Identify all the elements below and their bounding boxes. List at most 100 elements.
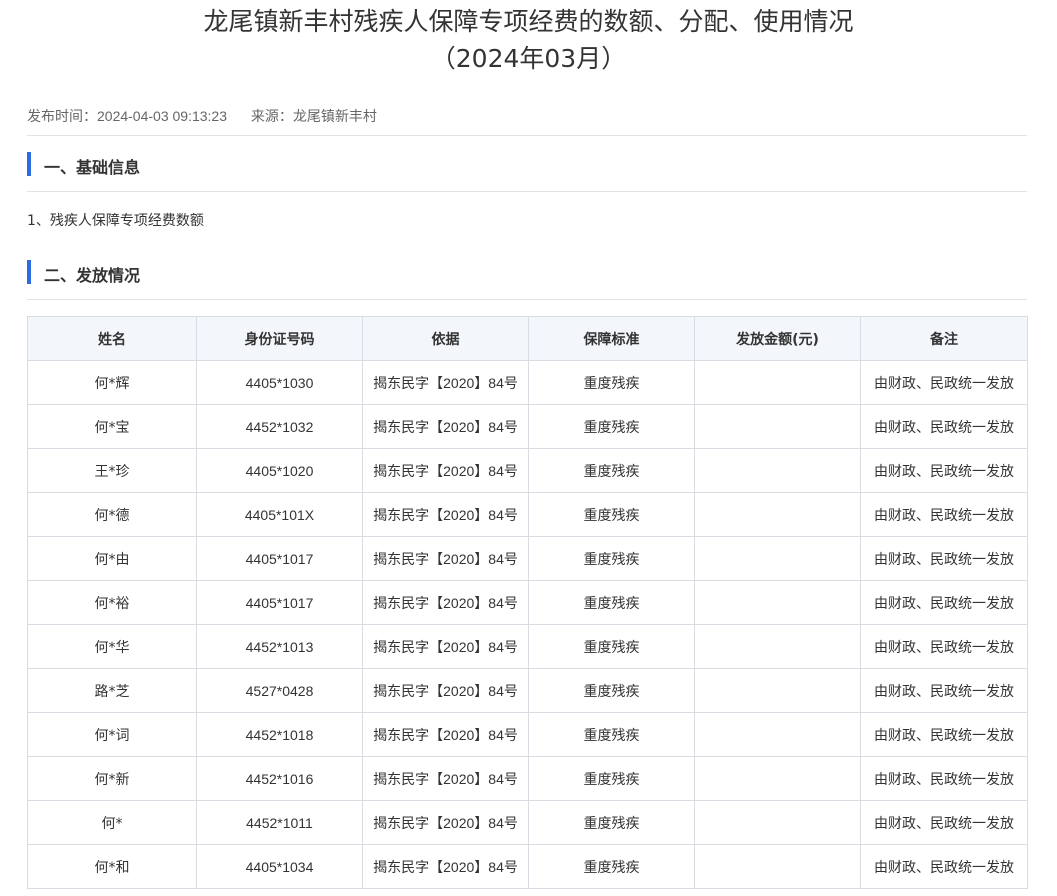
header-basis: 依据 [362,316,529,361]
title-line-1: 龙尾镇新丰村残疾人保障专项经费的数额、分配、使用情况 [203,7,854,36]
cell-amount [694,624,861,669]
header-amount: 发放金额(元) [694,316,861,361]
source: 来源：龙尾镇新丰村 [250,108,377,124]
header-remark: 备注 [860,316,1028,361]
cell-standard: 重度残疾 [528,404,695,449]
cell-basis: 揭东民字【2020】84号 [362,712,529,757]
cell-amount [694,580,861,625]
cell-remark: 由财政、民政统一发放 [860,800,1028,845]
meta-divider [27,135,1027,136]
cell-basis: 揭东民字【2020】84号 [362,492,529,537]
section-accent-bar [27,152,31,176]
table-row: 何*和 4405*1034 揭东民字【2020】84号 重度残疾 由财政、民政统一发放 [27,844,1028,889]
table-header-row: 姓名 身份证号码 依据 保障标准 发放金额(元) 备注 [27,316,1028,361]
cell-standard: 重度残疾 [528,668,695,713]
cell-id-number: 4405*1034 [196,844,363,889]
cell-id-number: 4405*101X [196,492,363,537]
cell-basis: 揭东民字【2020】84号 [362,844,529,889]
cell-name: 何*词 [27,712,197,757]
cell-standard: 重度残疾 [528,756,695,801]
cell-amount [694,360,861,405]
table-row: 何*德 4405*101X 揭东民字【2020】84号 重度残疾 由财政、民政统一发放 [27,492,1028,537]
cell-id-number: 4405*1017 [196,536,363,581]
cell-standard: 重度残疾 [528,448,695,493]
cell-basis: 揭东民字【2020】84号 [362,536,529,581]
cell-basis: 揭东民字【2020】84号 [362,580,529,625]
cell-standard: 重度残疾 [528,360,695,405]
cell-standard: 重度残疾 [528,624,695,669]
table-row: 何* 4452*1011 揭东民字【2020】84号 重度残疾 由财政、民政统一发放 [27,800,1028,845]
cell-id-number: 4452*1018 [196,712,363,757]
table-row: 何*宝 4452*1032 揭东民字【2020】84号 重度残疾 由财政、民政统一发放 [27,404,1028,449]
article-meta: 发布时间：2024-04-03 09:13:23 来源：龙尾镇新丰村 [27,106,377,126]
cell-amount [694,800,861,845]
cell-standard: 重度残疾 [528,492,695,537]
cell-name: 王*珍 [27,448,197,493]
cell-basis: 揭东民字【2020】84号 [362,624,529,669]
cell-basis: 揭东民字【2020】84号 [362,448,529,493]
section-accent-bar [27,260,31,284]
cell-basis: 揭东民字【2020】84号 [362,404,529,449]
cell-basis: 揭东民字【2020】84号 [362,668,529,713]
cell-remark: 由财政、民政统一发放 [860,712,1028,757]
table-row: 何*华 4452*1013 揭东民字【2020】84号 重度残疾 由财政、民政统一发放 [27,624,1028,669]
cell-standard: 重度残疾 [528,536,695,581]
cell-name: 何*和 [27,844,197,889]
cell-name: 何*德 [27,492,197,537]
cell-amount [694,448,861,493]
cell-id-number: 4452*1032 [196,404,363,449]
cell-name: 何*裕 [27,580,197,625]
cell-id-number: 4452*1016 [196,756,363,801]
cell-name: 何* [27,800,197,845]
distribution-table: 姓名 身份证号码 依据 保障标准 发放金额(元) 备注 何*辉 4405*1030… [27,316,1028,889]
page-title: 龙尾镇新丰村残疾人保障专项经费的数额、分配、使用情况 （2024年03月） [0,4,1057,77]
table-row: 何*裕 4405*1017 揭东民字【2020】84号 重度残疾 由财政、民政统一发放 [27,580,1028,625]
cell-name: 路*芝 [27,668,197,713]
cell-id-number: 4452*1013 [196,624,363,669]
cell-basis: 揭东民字【2020】84号 [362,800,529,845]
table-row: 何*辉 4405*1030 揭东民字【2020】84号 重度残疾 由财政、民政统一发放 [27,360,1028,405]
cell-remark: 由财政、民政统一发放 [860,536,1028,581]
table-row: 王*珍 4405*1020 揭东民字【2020】84号 重度残疾 由财政、民政统一发放 [27,448,1028,493]
section-heading-text: 一、基础信息 [44,158,141,177]
cell-amount [694,712,861,757]
table-row: 何*词 4452*1018 揭东民字【2020】84号 重度残疾 由财政、民政统一发放 [27,712,1028,757]
header-id-number: 身份证号码 [196,316,363,361]
cell-standard: 重度残疾 [528,712,695,757]
cell-name: 何*辉 [27,360,197,405]
cell-name: 何*宝 [27,404,197,449]
cell-standard: 重度残疾 [528,844,695,889]
cell-id-number: 4527*0428 [196,668,363,713]
cell-remark: 由财政、民政统一发放 [860,492,1028,537]
table-body: 何*辉 4405*1030 揭东民字【2020】84号 重度残疾 由财政、民政统一发放何… [27,360,1028,889]
title-line-2: （2024年03月） [430,44,627,73]
table-header: 姓名 身份证号码 依据 保障标准 发放金额(元) 备注 [27,316,1028,361]
table-row: 路*芝 4527*0428 揭东民字【2020】84号 重度残疾 由财政、民政统一发放 [27,668,1028,713]
cell-remark: 由财政、民政统一发放 [860,448,1028,493]
cell-amount [694,844,861,889]
cell-amount [694,536,861,581]
cell-name: 何*新 [27,756,197,801]
section-heading-basic-info: 一、基础信息 [27,152,1027,178]
cell-id-number: 4405*1030 [196,360,363,405]
header-name: 姓名 [27,316,197,361]
cell-standard: 重度残疾 [528,800,695,845]
cell-amount [694,668,861,713]
cell-basis: 揭东民字【2020】84号 [362,360,529,405]
cell-remark: 由财政、民政统一发放 [860,756,1028,801]
section-divider [27,191,1027,192]
cell-id-number: 4405*1020 [196,448,363,493]
cell-remark: 由财政、民政统一发放 [860,360,1028,405]
cell-name: 何*华 [27,624,197,669]
cell-amount [694,756,861,801]
cell-amount [694,404,861,449]
section-heading-distribution: 二、发放情况 [27,260,1027,286]
cell-remark: 由财政、民政统一发放 [860,624,1028,669]
cell-id-number: 4452*1011 [196,800,363,845]
cell-remark: 由财政、民政统一发放 [860,668,1028,713]
cell-remark: 由财政、民政统一发放 [860,844,1028,889]
table-row: 何*由 4405*1017 揭东民字【2020】84号 重度残疾 由财政、民政统一发放 [27,536,1028,581]
cell-amount [694,492,861,537]
basic-info-item: 1、残疾人保障专项经费数额 [27,213,204,229]
cell-basis: 揭东民字【2020】84号 [362,756,529,801]
